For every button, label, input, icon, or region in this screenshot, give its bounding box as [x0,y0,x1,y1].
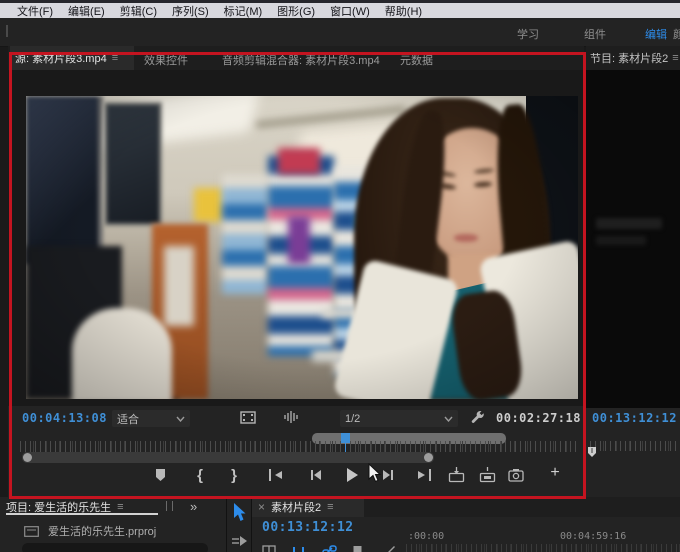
source-monitor-video[interactable] [26,96,578,399]
playback-resolution-select[interactable]: 1/2 [340,410,458,427]
timeline-ruler[interactable] [406,544,680,552]
tab-effect-controls[interactable]: 效果控件 [144,52,188,68]
add-marker-icon[interactable] [150,466,170,484]
menu-item-window[interactable]: 窗口(W) [330,3,370,19]
linked-selection-icon[interactable] [322,545,337,552]
play-icon[interactable] [342,466,362,484]
horizontal-scrollbar[interactable] [22,452,434,463]
source-zoom-level-value: 适合 [117,411,139,427]
source-zoom-level-select[interactable]: 适合 [112,410,190,427]
tab-source-clip[interactable]: 源: 素材片段3.mp4 ≡ [10,46,134,70]
panel-overflow-icon[interactable]: » [190,499,197,514]
project-file-icon [24,526,39,537]
workspace-tab-learning[interactable]: 学习 [517,26,539,42]
source-playhead[interactable] [341,433,350,443]
timeline-settings-icon[interactable] [382,545,396,552]
timeline-current-timecode[interactable]: 00:13:12:12 [262,520,354,535]
insert-icon[interactable] [446,466,466,484]
tools-panel [226,497,252,552]
settings-wrench-icon[interactable] [470,410,485,425]
workspace-tab-color-clipped[interactable]: 颜 [673,26,680,42]
go-to-out-icon[interactable] [414,466,434,484]
tab-audio-clip-mixer[interactable]: 音频剪辑混合器: 素材片段3.mp4 [222,52,380,68]
scrollbar-right-handle[interactable] [424,453,433,462]
selection-tool-icon[interactable] [233,503,247,522]
tab-program[interactable]: 节目: 素材片段2 ≡ [586,46,680,70]
tab-metadata[interactable]: 元数据 [400,52,433,68]
menu-item-file[interactable]: 文件(F) [17,3,53,19]
scrollbar-left-handle[interactable] [23,453,32,462]
menu-item-sequence[interactable]: 序列(S) [172,3,209,19]
tab-source-clip-label: 源: 素材片段3.mp4 [15,50,107,66]
close-icon[interactable]: × [258,500,265,514]
project-filter-field[interactable] [22,543,208,552]
timeline-add-marker-icon[interactable] [352,545,363,552]
program-current-timecode[interactable]: 00:13:12:12 [592,411,677,425]
chevron-down-icon [176,416,185,422]
track-select-forward-tool-icon[interactable] [231,535,248,549]
project-item-row[interactable]: 爱生活的乐先生.prproj [24,523,156,539]
source-duration-timecode: 00:02:27:18 [496,411,581,425]
source-playhead-line [345,443,346,452]
panel-menu-icon[interactable]: ≡ [112,52,118,64]
program-time-ruler[interactable] [590,441,680,451]
premiere-app-window: 文件(F) 编辑(E) 剪辑(C) 序列(S) 标记(M) 图形(G) 窗口(W… [0,0,680,552]
workspace-tab-editing[interactable]: 编辑 [645,26,667,42]
tab-program-label: 节目: 素材片段2 [590,50,668,66]
home-icon[interactable] [6,25,16,37]
drag-audio-icon[interactable] [283,410,299,424]
chevron-down-icon [444,416,453,422]
mark-in-icon[interactable]: { [190,466,210,484]
menu-item-graphics[interactable]: 图形(G) [277,3,315,19]
program-faint-content [596,236,646,245]
panel-menu-icon[interactable]: ≡ [672,52,678,64]
timeline-ruler-label-end: 00:04:59:16 [560,531,626,542]
menu-item-help[interactable]: 帮助(H) [385,3,422,19]
video-scene [26,96,578,399]
export-frame-camera-icon[interactable] [506,466,526,484]
tab-sequence[interactable]: × 素材片段2 ≡ [252,497,364,517]
mark-out-icon[interactable]: } [224,466,244,484]
snap-magnet-icon[interactable] [292,545,305,552]
program-playhead-grabber[interactable] [586,446,598,458]
overwrite-icon[interactable] [477,466,497,484]
panel-menu-icon[interactable]: ≡ [327,501,333,513]
tab-sequence-label: 素材片段2 [271,499,321,515]
drag-video-icon[interactable] [240,411,256,424]
program-faint-content [596,218,662,229]
go-to-in-icon[interactable] [266,466,286,484]
timeline-ruler-label-start: :00:00 [408,531,444,542]
menu-item-edit[interactable]: 编辑(E) [68,3,105,19]
source-time-ruler[interactable] [20,441,576,452]
source-current-timecode[interactable]: 00:04:13:08 [22,411,107,425]
menu-bar: 文件(F) 编辑(E) 剪辑(C) 序列(S) 标记(M) 图形(G) 窗口(W… [0,0,680,18]
program-monitor-viewport[interactable] [586,70,680,408]
playback-resolution-value: 1/2 [345,413,360,425]
step-back-icon[interactable] [306,466,326,484]
hidden-tab-sliver[interactable] [166,501,173,511]
button-editor-plus[interactable]: + [545,464,565,482]
workspace-tab-assembly[interactable]: 组件 [584,26,606,42]
scene-vignette [26,96,578,399]
mouse-cursor [368,463,382,483]
workspace-bar: 学习 组件 编辑 颜 [0,18,680,47]
nest-sequence-icon[interactable] [262,545,276,552]
menu-item-markers[interactable]: 标记(M) [224,3,263,19]
project-item-name: 爱生活的乐先生.prproj [48,523,156,539]
panel-menu-icon[interactable]: ≡ [117,501,123,513]
active-tab-underline [6,513,158,515]
menu-item-clip[interactable]: 剪辑(C) [120,3,157,19]
